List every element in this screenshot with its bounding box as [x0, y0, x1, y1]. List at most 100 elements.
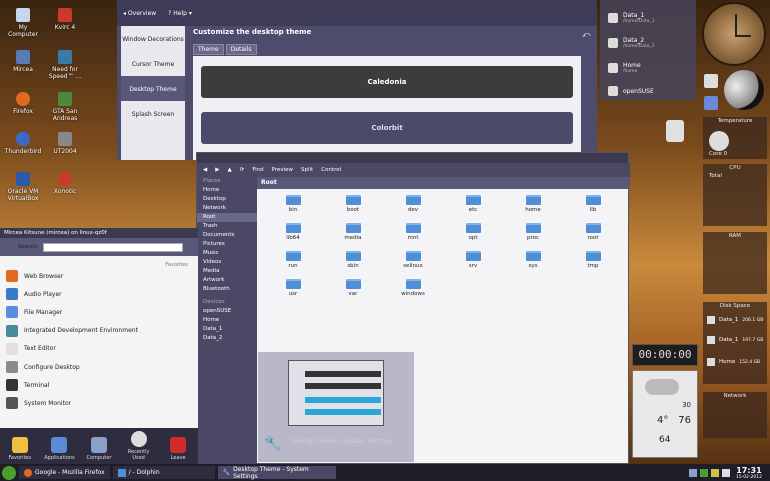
desktop-icon-mircea[interactable]: Mircea: [3, 50, 43, 73]
preview-button[interactable]: Preview: [272, 167, 293, 173]
place-documents[interactable]: Documents: [197, 231, 257, 240]
widget-icon[interactable]: [704, 96, 718, 110]
place-desktop[interactable]: Desktop: [197, 195, 257, 204]
desktop-icon-firefox[interactable]: Firefox: [3, 92, 43, 115]
tab-recently-used[interactable]: Recently Used: [122, 431, 156, 461]
task-firefox[interactable]: Google - Mozilla Firefox: [19, 466, 110, 479]
tray-icon[interactable]: [699, 468, 708, 477]
volume-icon[interactable]: [721, 468, 730, 477]
folder-item[interactable]: bin: [273, 195, 313, 213]
split-button[interactable]: Split: [301, 167, 313, 173]
kickoff-item-audio-player[interactable]: Audio Player: [6, 288, 62, 301]
device-opensuse[interactable]: openSUSE: [608, 86, 654, 96]
sidebar-item-cursor-theme[interactable]: Cursor Theme: [121, 51, 185, 76]
tab-details[interactable]: Details: [225, 44, 257, 55]
trash-icon[interactable]: [666, 120, 684, 142]
window-preview[interactable]: 🔧 Desktop Theme - System Settings: [258, 352, 414, 462]
tab-theme[interactable]: Theme: [193, 44, 224, 55]
forward-icon[interactable]: ▶: [215, 167, 219, 173]
folder-item[interactable]: sbin: [333, 251, 373, 269]
folder-item[interactable]: etc: [453, 195, 493, 213]
folder-item[interactable]: windows: [393, 279, 433, 297]
place-home[interactable]: Home: [197, 186, 257, 195]
reset-icon[interactable]: ⤺: [582, 30, 591, 40]
kickoff-item-configure-desktop[interactable]: Configure Desktop: [6, 361, 80, 373]
folder-item[interactable]: srv: [453, 251, 493, 269]
task-dolphin[interactable]: / - Dolphin: [112, 466, 215, 479]
place-media[interactable]: Media: [197, 267, 257, 276]
tab-favorites[interactable]: Favorites: [3, 437, 37, 461]
device-data-2[interactable]: Data_2: [197, 334, 257, 343]
clock[interactable]: 17:31 15-02-2012: [736, 466, 762, 480]
folder-item[interactable]: run: [273, 251, 313, 269]
place-trash[interactable]: Trash: [197, 222, 257, 231]
folder-item[interactable]: var: [333, 279, 373, 297]
folder-item[interactable]: opt: [453, 223, 493, 241]
kickoff-item-text-editor[interactable]: Text Editor: [6, 342, 56, 355]
kickoff-item-terminal[interactable]: Terminal: [6, 379, 49, 392]
folder-item[interactable]: home: [513, 195, 553, 213]
folder-item[interactable]: selinux: [393, 251, 433, 269]
place-pictures[interactable]: Pictures: [197, 240, 257, 249]
place-network[interactable]: Network: [197, 204, 257, 213]
kickoff-item-web-browser[interactable]: Web Browser: [6, 270, 63, 282]
folder-item[interactable]: media: [333, 223, 373, 241]
desktop-icon-ut2004[interactable]: UT2004: [45, 132, 85, 155]
places-panel: Places Home Desktop Network Root Trash D…: [197, 177, 257, 465]
overview-button[interactable]: ◂ Overview: [123, 10, 156, 17]
widget-icon[interactable]: [704, 74, 718, 88]
folder-item[interactable]: lib64: [273, 223, 313, 241]
search-input[interactable]: [42, 242, 183, 252]
folder-item[interactable]: root: [573, 223, 613, 241]
kickoff-tabs: Favorites Applications Computer Recently…: [0, 428, 198, 464]
up-icon[interactable]: ▲: [227, 167, 231, 173]
desktop-icon-virtualbox[interactable]: Oracle VM VirtualBox: [3, 172, 43, 202]
place-bluetooth[interactable]: Bluetooth: [197, 285, 257, 294]
tab-applications[interactable]: Applications: [42, 437, 76, 461]
device-data-1[interactable]: Data_1: [197, 325, 257, 334]
desktop-icon-gta[interactable]: GTA San Andreas: [45, 92, 85, 122]
device-opensuse[interactable]: openSUSE: [197, 307, 257, 316]
kickoff-item-system-monitor[interactable]: System Monitor: [6, 397, 71, 410]
sidebar-item-desktop-theme[interactable]: Desktop Theme: [121, 76, 185, 101]
sidebar-item-splash-screen[interactable]: Splash Screen: [121, 101, 185, 126]
theme-item-caledonia[interactable]: Caledonia: [201, 66, 573, 98]
desktop-icon-my-computer[interactable]: My Computer: [3, 8, 43, 38]
task-system-settings[interactable]: 🔧 Desktop Theme - System Settings: [217, 466, 336, 480]
place-videos[interactable]: Videos: [197, 258, 257, 267]
sidebar-item-window-decorations[interactable]: Window Decorations: [121, 26, 185, 51]
theme-item-colorbit[interactable]: Colorbit: [201, 112, 573, 144]
opensuse-menu-icon[interactable]: [2, 465, 16, 480]
place-artwork[interactable]: Artwork: [197, 276, 257, 285]
tab-leave[interactable]: Leave: [161, 437, 195, 461]
tray-icon[interactable]: [688, 468, 697, 477]
place-root[interactable]: Root: [197, 213, 257, 222]
folder-item[interactable]: tmp: [573, 251, 613, 269]
desktop-icon-thunderbird[interactable]: Thunderbird: [3, 132, 43, 155]
folder-item[interactable]: sys: [513, 251, 553, 269]
folder-item[interactable]: mnt: [393, 223, 433, 241]
device-home[interactable]: Home: [197, 316, 257, 325]
kickoff-item-ide[interactable]: Integrated Development Environment: [6, 324, 138, 337]
folder-item[interactable]: dev: [393, 195, 433, 213]
breadcrumb[interactable]: Root: [257, 177, 630, 189]
tray-icon[interactable]: [710, 468, 719, 477]
reload-icon[interactable]: ⟳: [240, 167, 245, 173]
find-button[interactable]: Find: [252, 167, 263, 173]
tab-computer[interactable]: Computer: [82, 437, 116, 461]
place-music[interactable]: Music: [197, 249, 257, 258]
device-data-1[interactable]: Data_1/home/Data_1: [608, 12, 655, 24]
kickoff-item-file-manager[interactable]: File Manager: [6, 306, 62, 319]
folder-item[interactable]: usr: [273, 279, 313, 297]
folder-item[interactable]: proc: [513, 223, 553, 241]
device-data-2[interactable]: Data_2/home/Data_2: [608, 37, 655, 49]
desktop-icon-xonotic[interactable]: Xonotic: [45, 172, 85, 195]
desktop-icon-kvirc[interactable]: Kvirc 4: [45, 8, 85, 31]
device-home[interactable]: Home/home: [608, 62, 641, 74]
desktop-icon-nfs[interactable]: Need for Speed™ ...: [45, 50, 85, 80]
back-icon[interactable]: ◀: [203, 167, 207, 173]
help-button[interactable]: ? Help ▾: [168, 10, 192, 17]
folder-item[interactable]: boot: [333, 195, 373, 213]
folder-item[interactable]: lib: [573, 195, 613, 213]
control-button[interactable]: Control: [321, 167, 341, 173]
